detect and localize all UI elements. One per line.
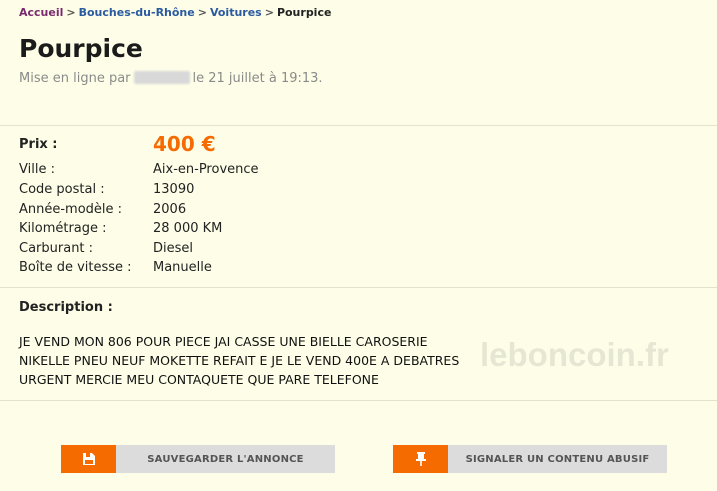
spec-label: Kilométrage : — [19, 221, 107, 236]
posted-prefix: Mise en ligne par — [19, 71, 131, 86]
spec-label: Carburant : — [19, 241, 94, 256]
price-label: Prix : — [19, 137, 58, 152]
report-abuse-label: SIGNALER UN CONTENU ABUSIF — [465, 453, 650, 465]
report-abuse-button[interactable]: SIGNALER UN CONTENU ABUSIF — [393, 445, 667, 473]
posted-info: Mise en ligne par le 21 juillet à 19:13. — [19, 71, 323, 86]
site-watermark: leboncoin.fr — [480, 336, 669, 373]
save-ad-button[interactable]: SAUVEGARDER L'ANNONCE — [61, 445, 335, 473]
breadcrumb-category-link[interactable]: Voitures — [210, 6, 262, 19]
divider — [0, 125, 717, 126]
breadcrumb-separator: > — [264, 6, 274, 19]
spec-value: Manuelle — [153, 260, 212, 275]
breadcrumb-current: Pourpice — [276, 6, 332, 19]
spec-label: Année-modèle : — [19, 202, 123, 217]
spec-value: 13090 — [153, 182, 195, 197]
spec-label: Boîte de vitesse : — [19, 260, 132, 275]
save-ad-label: SAUVEGARDER L'ANNONCE — [147, 453, 304, 465]
save-icon — [61, 445, 116, 473]
spec-value: 28 000 KM — [153, 221, 223, 236]
breadcrumb-home-link[interactable]: Accueil — [19, 6, 63, 19]
pin-icon — [393, 445, 448, 473]
breadcrumb-separator: > — [66, 6, 76, 19]
description-title: Description : — [19, 300, 113, 315]
breadcrumb-region-link[interactable]: Bouches-du-Rhône — [79, 6, 195, 19]
spec-value: Diesel — [153, 241, 194, 256]
divider — [0, 287, 717, 288]
divider — [0, 400, 717, 401]
price-value: 400 € — [153, 132, 216, 156]
breadcrumb-separator: > — [197, 6, 207, 19]
spec-label: Code postal : — [19, 182, 105, 197]
posted-date: le 21 juillet à 19:13. — [192, 71, 323, 86]
seller-name-blurred — [133, 71, 190, 84]
spec-value: Aix-en-Provence — [153, 162, 259, 177]
ad-title: Pourpice — [19, 34, 143, 63]
spec-label: Ville : — [19, 162, 55, 177]
spec-value: 2006 — [153, 202, 187, 217]
breadcrumb: Accueil > Bouches-du-Rhône > Voitures > Pourpi… — [19, 6, 331, 19]
description-text: JE VEND MON 806 POUR PIECE JAI CASSE UNE… — [19, 334, 460, 387]
